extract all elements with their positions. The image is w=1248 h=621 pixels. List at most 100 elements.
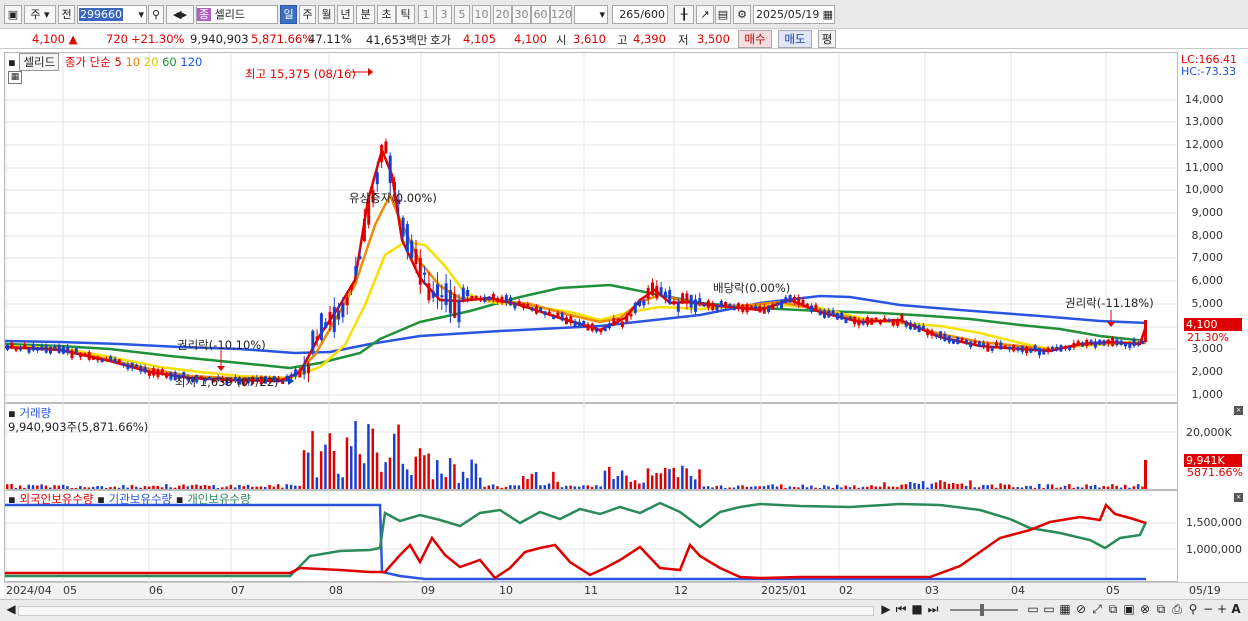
annotation-low: 최저 1,639 (07/22): [175, 375, 279, 389]
candle-body: [483, 296, 487, 302]
candle-body: [917, 325, 921, 332]
zoom-slider[interactable]: [950, 609, 1018, 611]
close-panel-icon[interactable]: ×: [1234, 406, 1243, 415]
volume-bar: [853, 485, 856, 489]
candle-body: [900, 314, 904, 322]
chart-canvas[interactable]: [0, 0, 1248, 621]
volume-bar: [14, 487, 18, 489]
print-icon[interactable]: ⎙: [1170, 602, 1184, 618]
volume-bar: [178, 485, 181, 489]
settings-dot-icon[interactable]: ▪: [8, 55, 16, 69]
volume-bar: [328, 433, 331, 489]
font-size-icon[interactable]: A: [1230, 602, 1242, 618]
settings-dot-icon[interactable]: ▪: [176, 492, 184, 506]
volume-bar: [1029, 485, 1032, 489]
volume-bar: [840, 487, 843, 489]
candle-body: [1072, 342, 1076, 348]
zoom-icon[interactable]: ⚲: [1186, 602, 1200, 618]
candle-body: [1042, 350, 1046, 355]
link-icon[interactable]: ⊗: [1138, 602, 1152, 618]
zoom-in-icon[interactable]: +: [1216, 602, 1228, 618]
volume-bar: [539, 485, 542, 489]
play-icon[interactable]: ▶: [880, 602, 892, 618]
candle-body: [913, 323, 917, 330]
candle-body: [552, 316, 556, 320]
next-step-icon[interactable]: ⏭: [927, 602, 939, 618]
prev-step-icon[interactable]: ⏮: [895, 602, 907, 618]
candle-body: [1098, 339, 1102, 345]
volume-bar: [969, 480, 972, 489]
table-icon[interactable]: ▦: [8, 71, 22, 84]
settings-dot-icon[interactable]: ▪: [8, 492, 16, 506]
layout-icon[interactable]: ▭: [1026, 602, 1040, 618]
ma5-label: 5: [114, 55, 122, 69]
candle-body: [57, 345, 61, 353]
volume-bar: [160, 487, 164, 489]
expand-icon[interactable]: ⤢: [1090, 602, 1104, 618]
copy-icon[interactable]: ⧉: [1106, 602, 1120, 618]
volume-bar: [522, 475, 525, 489]
scroll-left-icon[interactable]: ◀: [6, 602, 16, 618]
volume-bar: [1016, 487, 1019, 489]
price-axis-tick: 10,000: [1185, 183, 1224, 196]
x-axis-tick: 2025/01: [761, 584, 807, 597]
close-panel-icon[interactable]: ×: [1234, 493, 1243, 502]
volume-bar: [251, 486, 254, 489]
settings-dot-icon[interactable]: ▪: [8, 406, 16, 420]
candle-body: [934, 333, 938, 338]
volume-bar: [534, 472, 538, 489]
stop-icon[interactable]: ■: [911, 602, 923, 618]
volume-bar: [986, 485, 989, 489]
volume-bar: [500, 487, 503, 489]
volume-bar: [212, 485, 215, 489]
volume-bar: [973, 487, 976, 489]
candle-body: [749, 305, 753, 308]
candle-body: [681, 293, 685, 303]
volume-bar: [1012, 487, 1015, 489]
chart-link-icon[interactable]: ⧉: [1154, 602, 1168, 618]
candle-body: [522, 303, 525, 309]
candle-body: [758, 306, 762, 313]
candle-body: [444, 283, 448, 306]
volume-bar: [92, 486, 95, 489]
last-pct-label: 21.30%: [1187, 331, 1229, 344]
zoom-slider-handle[interactable]: [980, 604, 984, 616]
institution-holdings-line: [5, 502, 1147, 580]
candle-body: [823, 310, 826, 318]
candle-body: [599, 329, 603, 333]
volume-bar: [61, 484, 65, 489]
volume-bar: [362, 463, 366, 489]
candle-body: [646, 288, 650, 299]
candle-body: [762, 306, 766, 314]
volume-bar: [156, 485, 159, 489]
volume-bar: [590, 486, 594, 489]
stock-name-box[interactable]: 셀리드: [19, 53, 60, 71]
zoom-out-icon[interactable]: −: [1202, 602, 1214, 618]
candle-body: [810, 305, 814, 312]
candle-body: [1115, 339, 1119, 346]
candle-body: [543, 311, 547, 315]
candle-body: [139, 365, 143, 372]
window-icon[interactable]: ▣: [1122, 602, 1136, 618]
candle-body: [393, 182, 396, 191]
volume-bar: [49, 487, 52, 489]
layout-grid-icon[interactable]: ▦: [1058, 602, 1072, 618]
candle-body: [1141, 340, 1145, 344]
volume-bar: [401, 463, 405, 489]
crosshair-icon[interactable]: ⊘: [1074, 602, 1088, 618]
candle-body: [319, 313, 323, 340]
horizontal-scrollbar[interactable]: [18, 606, 874, 616]
volume-bar: [952, 483, 955, 489]
settings-dot-icon[interactable]: ▪: [97, 492, 105, 506]
volume-bar: [702, 486, 706, 489]
volume-bar: [921, 481, 925, 489]
candle-body: [100, 358, 104, 363]
volume-bar: [668, 469, 671, 489]
candle-body: [18, 346, 22, 351]
price-legend: ▪ 셀리드 종가 단순 5 10 20 60 120: [8, 53, 202, 71]
layout-split-icon[interactable]: ▭: [1042, 602, 1056, 618]
volume-bar: [762, 486, 766, 489]
x-axis-tick: 06: [149, 584, 163, 597]
candle-body: [973, 341, 977, 344]
candle-body: [1076, 341, 1080, 346]
